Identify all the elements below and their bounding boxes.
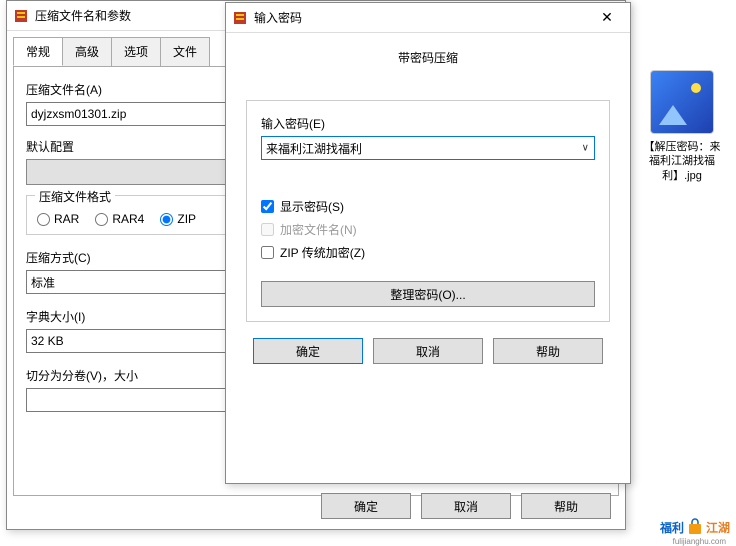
encrypt-names-checkbox: 加密文件名(N): [261, 221, 595, 238]
tab-options[interactable]: 选项: [111, 37, 161, 66]
cancel-button[interactable]: 取消: [373, 338, 483, 364]
radio-rar4[interactable]: RAR4: [95, 212, 144, 226]
file-item[interactable]: 【解压密码：来福利江湖找福利】.jpg: [642, 70, 722, 183]
password-input[interactable]: [261, 136, 595, 160]
radio-rar[interactable]: RAR: [37, 212, 79, 226]
titlebar: 输入密码 ✕: [226, 3, 630, 33]
organize-passwords-button[interactable]: 整理密码(O)...: [261, 281, 595, 307]
tab-files[interactable]: 文件: [160, 37, 210, 66]
image-file-icon: [650, 70, 714, 134]
radio-zip[interactable]: ZIP: [160, 212, 196, 226]
file-name-label: 【解压密码：来福利江湖找福利】.jpg: [642, 140, 722, 183]
help-button[interactable]: 帮助: [493, 338, 603, 364]
ok-button[interactable]: 确定: [253, 338, 363, 364]
format-group-label: 压缩文件格式: [35, 188, 115, 205]
watermark-url: fulijianghu.com: [673, 537, 726, 546]
password-group: 输入密码(E) ∨ 显示密码(S) 加密文件名(N) ZIP 传统加密(Z) 整…: [246, 100, 610, 322]
show-password-checkbox[interactable]: 显示密码(S): [261, 198, 595, 215]
close-button[interactable]: ✕: [586, 4, 628, 32]
app-icon: [232, 10, 248, 26]
password-dialog: 输入密码 ✕ 带密码压缩 输入密码(E) ∨ 显示密码(S) 加密文件名(N) …: [225, 2, 631, 484]
cancel-button[interactable]: 取消: [421, 493, 511, 519]
help-button[interactable]: 帮助: [521, 493, 611, 519]
dialog-heading: 带密码压缩: [246, 49, 610, 66]
watermark: 福利 江湖: [660, 518, 730, 536]
window-title: 输入密码: [254, 9, 586, 26]
dialog-buttons: 确定 取消 帮助: [321, 493, 611, 519]
zip-legacy-checkbox[interactable]: ZIP 传统加密(Z): [261, 244, 595, 261]
password-label: 输入密码(E): [261, 115, 595, 132]
app-icon: [13, 8, 29, 24]
tab-general[interactable]: 常规: [13, 37, 63, 66]
bag-icon: [686, 518, 704, 536]
dialog-buttons: 确定 取消 帮助: [246, 338, 610, 364]
ok-button[interactable]: 确定: [321, 493, 411, 519]
tab-advanced[interactable]: 高级: [62, 37, 112, 66]
